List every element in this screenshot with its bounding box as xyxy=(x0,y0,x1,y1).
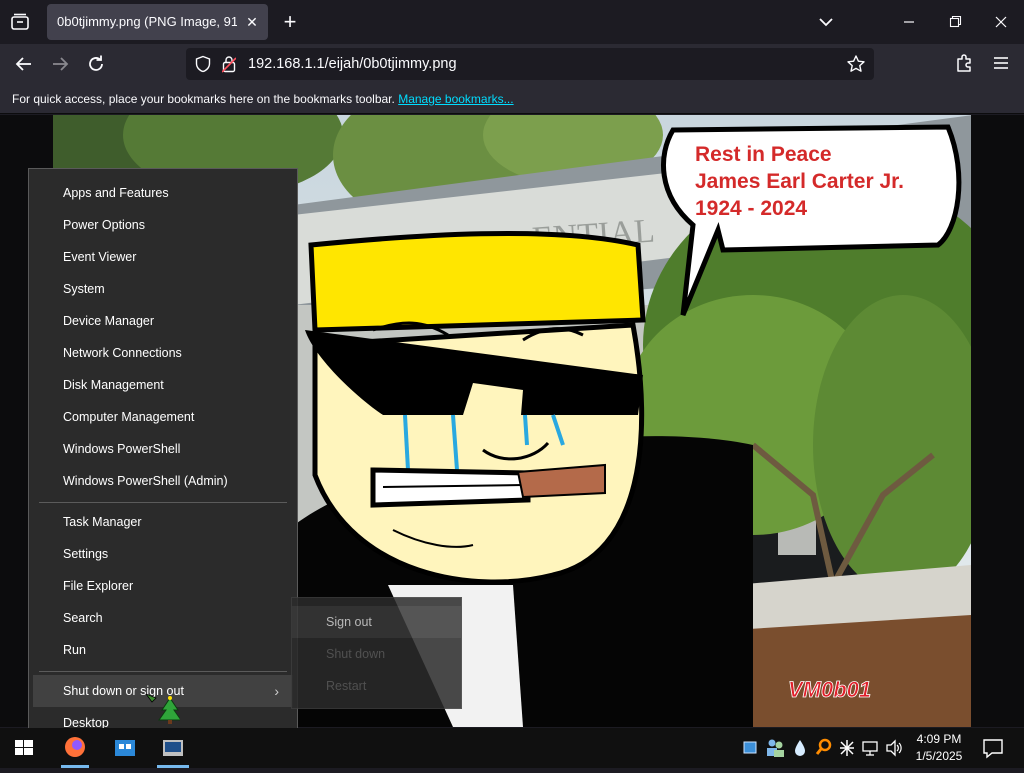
speech-line-1: Rest in Peace xyxy=(695,143,832,166)
forward-button[interactable] xyxy=(48,52,72,76)
menu-item-run[interactable]: Run xyxy=(33,634,293,666)
bookmarks-toolbar: For quick access, place your bookmarks h… xyxy=(0,84,1024,114)
extensions-puzzle-icon[interactable] xyxy=(954,52,976,74)
tray-network-icon[interactable] xyxy=(860,728,880,768)
menu-item-search[interactable]: Search xyxy=(33,602,293,634)
hamburger-menu-icon[interactable] xyxy=(990,52,1012,74)
clock-date: 1/5/2025 xyxy=(915,749,963,763)
tab-overview-icon[interactable] xyxy=(8,10,32,34)
bookmarks-prompt-text: For quick access, place your bookmarks h… xyxy=(12,92,395,106)
tab-title: 0b0tjimmy.png (PNG Image, 918 × 612 pixe… xyxy=(57,14,237,29)
insecure-lock-icon[interactable] xyxy=(221,55,237,73)
tracking-protection-shield-icon[interactable] xyxy=(194,55,212,73)
minimize-button[interactable] xyxy=(896,12,922,32)
url-text: 192.168.1.1/eijah/0b0tjimmy.png xyxy=(248,56,457,72)
menu-item-event-viewer[interactable]: Event Viewer xyxy=(33,241,293,273)
winx-quick-link-menu: Apps and Features Power Options Event Vi… xyxy=(28,168,298,748)
tray-water-drop-icon[interactable] xyxy=(790,728,810,768)
browser-tab[interactable]: 0b0tjimmy.png (PNG Image, 918 × 612 pixe… xyxy=(47,4,268,40)
menu-item-apps-and-features[interactable]: Apps and Features xyxy=(33,177,293,209)
back-button[interactable] xyxy=(12,52,36,76)
firefox-taskbar-icon[interactable] xyxy=(55,728,95,768)
clock-time: 4:09 PM xyxy=(916,732,962,746)
submenu-chevron-icon: › xyxy=(274,683,279,699)
submenu-item-shut-down[interactable]: Shut down xyxy=(292,638,461,670)
windows-taskbar: 4:09 PM 1/5/2025 xyxy=(0,728,1024,768)
menu-item-network-connections[interactable]: Network Connections xyxy=(33,337,293,369)
start-button[interactable] xyxy=(0,728,48,768)
shut-down-submenu: Sign out Shut down Restart xyxy=(291,597,462,709)
bookmark-star-icon[interactable] xyxy=(846,54,866,74)
tray-search-magnifier-icon[interactable] xyxy=(814,728,834,768)
menu-item-computer-management[interactable]: Computer Management xyxy=(33,401,293,433)
menu-item-disk-management[interactable]: Disk Management xyxy=(33,369,293,401)
mouse-cursor-icon xyxy=(144,693,182,724)
menu-item-windows-powershell-admin[interactable]: Windows PowerShell (Admin) xyxy=(33,465,293,497)
tab-strip: 0b0tjimmy.png (PNG Image, 918 × 612 pixe… xyxy=(0,0,1024,44)
bookmarks-hint: For quick access, place your bookmarks h… xyxy=(12,92,514,106)
menu-item-settings[interactable]: Settings xyxy=(33,538,293,570)
reload-button[interactable] xyxy=(84,52,108,76)
menu-item-system[interactable]: System xyxy=(33,273,293,305)
tab-close-icon[interactable]: ✕ xyxy=(243,13,261,31)
new-tab-button[interactable]: + xyxy=(280,11,300,33)
navigation-toolbar: 192.168.1.1/eijah/0b0tjimmy.png xyxy=(0,44,1024,84)
artist-signature: VM0b01 xyxy=(788,677,871,702)
tab-list-chevron-icon[interactable] xyxy=(814,10,838,34)
menu-item-windows-powershell[interactable]: Windows PowerShell xyxy=(33,433,293,465)
tray-volume-icon[interactable] xyxy=(884,728,904,768)
store-taskbar-icon[interactable] xyxy=(105,728,145,768)
menu-separator xyxy=(39,671,287,672)
restore-button[interactable] xyxy=(942,12,968,32)
tray-snowflake-icon[interactable] xyxy=(838,728,856,768)
speech-line-2: James Earl Carter Jr. xyxy=(695,170,904,193)
action-center-notification-icon[interactable] xyxy=(978,728,1008,768)
menu-item-device-manager[interactable]: Device Manager xyxy=(33,305,293,337)
terminal-taskbar-icon[interactable] xyxy=(153,728,193,768)
menu-item-file-explorer[interactable]: File Explorer xyxy=(33,570,293,602)
menu-item-power-options[interactable]: Power Options xyxy=(33,209,293,241)
address-bar[interactable]: 192.168.1.1/eijah/0b0tjimmy.png xyxy=(186,48,874,80)
menu-separator xyxy=(39,502,287,503)
speech-line-3: 1924 - 2024 xyxy=(695,197,807,220)
menu-item-task-manager[interactable]: Task Manager xyxy=(33,506,293,538)
taskbar-clock[interactable]: 4:09 PM 1/5/2025 xyxy=(905,731,973,765)
tray-desktop-icon[interactable] xyxy=(740,728,760,768)
submenu-item-sign-out[interactable]: Sign out xyxy=(292,606,461,638)
manage-bookmarks-link[interactable]: Manage bookmarks... xyxy=(398,92,513,106)
close-window-button[interactable] xyxy=(988,12,1014,32)
submenu-item-restart[interactable]: Restart xyxy=(292,670,461,702)
tray-users-icon[interactable] xyxy=(764,728,786,768)
